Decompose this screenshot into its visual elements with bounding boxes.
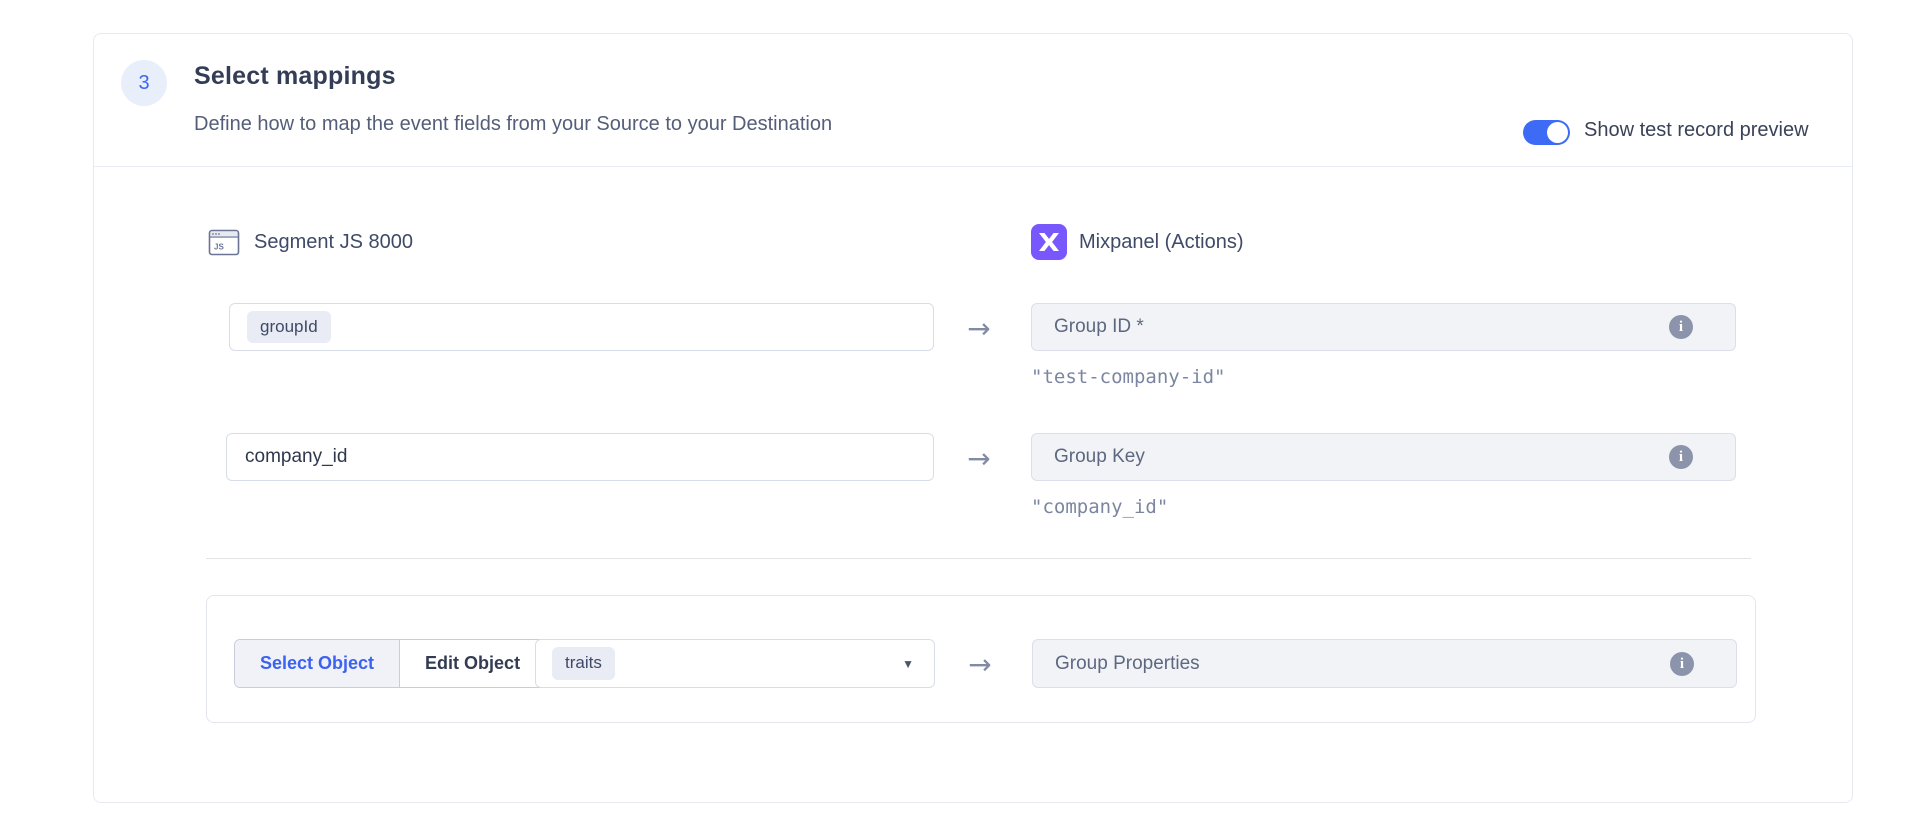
destination-field: Group Properties i (1032, 639, 1737, 688)
mixpanel-icon (1031, 224, 1067, 260)
source-column-header: JS Segment JS 8000 (206, 224, 413, 260)
object-select-dropdown[interactable]: traits ▼ (535, 639, 935, 688)
source-field-chip[interactable]: groupId (247, 311, 331, 343)
destination-column-header: Mixpanel (Actions) (1031, 224, 1244, 260)
info-icon[interactable]: i (1670, 652, 1694, 676)
arrow-right-icon: → (949, 312, 1009, 345)
step-number-badge: 3 (121, 60, 167, 106)
page-title: Select mappings (194, 62, 396, 91)
source-field-input[interactable]: groupId (229, 303, 934, 351)
browser-js-icon: JS (206, 224, 242, 260)
info-icon[interactable]: i (1669, 445, 1693, 469)
object-mapping-card: Select Object Edit Object traits ▼ → Gro… (206, 595, 1756, 723)
header-divider (94, 166, 1852, 167)
destination-field-label: Group Key (1054, 434, 1145, 480)
svg-text:JS: JS (214, 243, 224, 252)
page: 3 Select mappings Define how to map the … (0, 0, 1906, 836)
source-name: Segment JS 8000 (254, 231, 413, 254)
source-field-text: company_id (227, 446, 347, 468)
caret-down-icon: ▼ (902, 657, 914, 671)
section-divider (206, 558, 1751, 559)
destination-field-label: Group ID * (1054, 304, 1144, 350)
test-record-preview-value: "test-company-id" (1031, 366, 1225, 388)
test-record-preview-value: "company_id" (1031, 496, 1168, 518)
arrow-right-icon: → (950, 648, 1010, 681)
toggle-knob (1547, 122, 1568, 143)
destination-field: Group ID * i (1031, 303, 1736, 351)
source-field-input[interactable]: company_id (226, 433, 934, 481)
destination-field: Group Key i (1031, 433, 1736, 481)
select-mappings-card: 3 Select mappings Define how to map the … (93, 33, 1853, 803)
select-object-button[interactable]: Select Object (235, 640, 400, 687)
toggle-label: Show test record preview (1584, 119, 1809, 142)
object-mode-segmented-control: Select Object Edit Object (234, 639, 546, 688)
destination-field-label: Group Properties (1055, 640, 1200, 687)
info-icon[interactable]: i (1669, 315, 1693, 339)
selected-object-chip: traits (552, 647, 615, 679)
step-number: 3 (138, 72, 149, 95)
page-subtitle: Define how to map the event fields from … (194, 113, 832, 136)
edit-object-button[interactable]: Edit Object (400, 640, 545, 687)
show-test-record-toggle[interactable] (1523, 120, 1570, 145)
arrow-right-icon: → (949, 442, 1009, 475)
destination-name: Mixpanel (Actions) (1079, 231, 1244, 254)
